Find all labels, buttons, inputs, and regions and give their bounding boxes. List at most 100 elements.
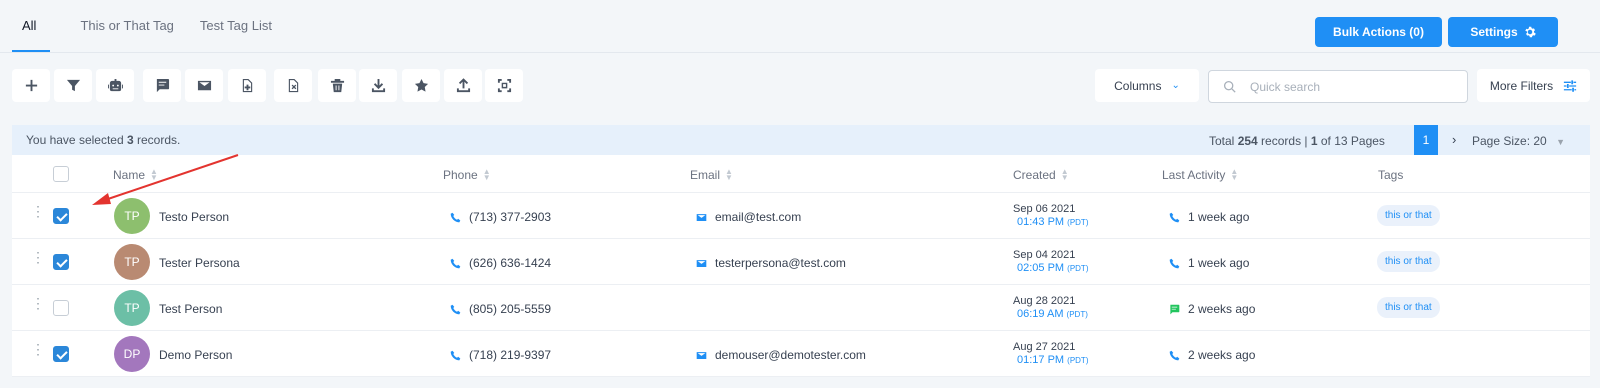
row-checkbox[interactable] xyxy=(53,300,69,316)
search-input[interactable] xyxy=(1250,79,1450,94)
bulk-actions-button[interactable]: Bulk Actions (0) xyxy=(1315,17,1442,47)
last-activity-cell: 1 week ago xyxy=(1169,210,1249,224)
plus-icon xyxy=(25,79,37,92)
trash-icon xyxy=(330,78,344,93)
remove-tag-button[interactable] xyxy=(274,69,312,102)
avatar: TP xyxy=(114,198,150,234)
table-row: ⋮ TP Tester Persona (626) 636-1424 teste… xyxy=(12,239,1590,285)
table-row: ⋮ DP Demo Person (718) 219-9397 demouser… xyxy=(12,331,1590,377)
header-phone[interactable]: Phone ▲ ▼ xyxy=(443,167,491,183)
phone-icon xyxy=(1169,212,1180,222)
tab-bar: All This or That Tag Test Tag List xyxy=(12,0,298,52)
email-cell[interactable]: testerpersona@test.com xyxy=(696,256,846,270)
phone-cell[interactable]: (805) 205-5559 xyxy=(450,302,551,316)
header-name[interactable]: Name ▲ ▼ xyxy=(113,168,158,183)
table-row: ⋮ TP Test Person (805) 205-5559 Aug 28 2… xyxy=(12,285,1590,331)
favorite-button[interactable] xyxy=(402,69,440,102)
email-button[interactable] xyxy=(185,69,223,102)
tag-badge[interactable]: this or that xyxy=(1377,297,1440,318)
avatar: TP xyxy=(114,290,150,326)
search-box xyxy=(1208,70,1468,103)
settings-button[interactable]: Settings xyxy=(1448,17,1558,47)
envelope-icon xyxy=(696,213,707,221)
export-button[interactable] xyxy=(444,69,482,102)
phone-icon xyxy=(450,350,461,360)
phone-icon xyxy=(1169,258,1180,268)
header-email[interactable]: Email ▲ ▼ xyxy=(690,167,733,183)
columns-dropdown[interactable]: Columns ⌄ xyxy=(1095,69,1199,102)
envelope-icon xyxy=(696,259,707,267)
tag-badge[interactable]: this or that xyxy=(1377,205,1440,226)
more-filters-button[interactable]: More Filters xyxy=(1477,69,1590,102)
row-checkbox[interactable] xyxy=(53,208,69,224)
merge-button[interactable] xyxy=(485,69,523,102)
sliders-icon xyxy=(1564,79,1577,92)
add-tag-button[interactable] xyxy=(228,69,266,102)
columns-label: Columns xyxy=(1114,78,1162,93)
tag-add-icon xyxy=(242,78,252,93)
created-cell: Aug 27 2021 01:17 PM (PDT) xyxy=(1013,341,1089,366)
contact-name[interactable]: Testo Person xyxy=(159,210,229,224)
tag-badge[interactable]: this or that xyxy=(1377,251,1440,272)
phone-icon xyxy=(450,258,461,268)
select-all-checkbox[interactable] xyxy=(53,166,69,182)
page-size-select[interactable]: Page Size: 20 ▼ xyxy=(1472,134,1565,148)
next-page-icon[interactable]: › xyxy=(1452,132,1456,147)
contact-name[interactable]: Test Person xyxy=(159,302,222,316)
row-checkbox[interactable] xyxy=(53,346,69,362)
last-activity-cell: 1 week ago xyxy=(1169,256,1249,270)
sms-icon xyxy=(1170,304,1180,314)
gear-icon xyxy=(1524,26,1536,38)
total-records-count: 254 xyxy=(1237,134,1258,148)
message-icon xyxy=(156,78,169,93)
phone-cell[interactable]: (713) 377-2903 xyxy=(450,210,551,224)
row-menu-icon[interactable]: ⋮ xyxy=(31,296,45,310)
row-checkbox[interactable] xyxy=(53,254,69,270)
header-tags: Tags xyxy=(1378,168,1404,182)
header-created[interactable]: Created ▲ ▼ xyxy=(1013,167,1069,183)
row-menu-icon[interactable]: ⋮ xyxy=(31,204,45,218)
table-row: ⋮ TP Testo Person (713) 377-2903 email@t… xyxy=(12,193,1590,239)
header-last-activity[interactable]: Last Activity ▲ ▼ xyxy=(1162,168,1238,183)
phone-icon xyxy=(450,304,461,314)
table-header: Name ▲ ▼ Phone ▲ ▼ Email ▲ ▼ Created ▲ ▼ Last Ac… xyxy=(12,155,1590,193)
current-page-number: 1 xyxy=(1310,134,1318,148)
add-button[interactable] xyxy=(12,69,50,102)
last-activity-cell: 2 weeks ago xyxy=(1169,348,1255,362)
tab-test-tag-list[interactable]: Test Tag List xyxy=(200,0,272,52)
caret-down-icon: ▼ xyxy=(1556,137,1565,147)
contact-name[interactable]: Demo Person xyxy=(159,348,232,362)
row-menu-icon[interactable]: ⋮ xyxy=(31,342,45,356)
email-cell[interactable]: demouser@demotester.com xyxy=(696,348,866,362)
created-cell: Aug 28 2021 06:19 AM (PDT) xyxy=(1013,295,1088,320)
import-button[interactable] xyxy=(359,69,397,102)
contacts-table: Name ▲ ▼ Phone ▲ ▼ Email ▲ ▼ Created ▲ ▼ Last Ac… xyxy=(12,155,1590,377)
envelope-icon xyxy=(696,351,707,359)
created-cell: Sep 04 2021 02:05 PM (PDT) xyxy=(1013,249,1089,274)
tab-all[interactable]: All xyxy=(12,0,51,52)
more-filters-label: More Filters xyxy=(1489,78,1554,93)
delete-button[interactable] xyxy=(318,69,356,102)
sort-icon: ▲ ▼ xyxy=(1060,167,1069,182)
phone-cell[interactable]: (626) 636-1424 xyxy=(450,256,551,270)
phone-cell[interactable]: (718) 219-9397 xyxy=(450,348,551,362)
robot-icon xyxy=(107,78,123,92)
filter-button[interactable] xyxy=(54,69,92,102)
sort-icon: ▲ ▼ xyxy=(482,167,491,182)
row-menu-icon[interactable]: ⋮ xyxy=(31,250,45,264)
tab-this-or-that-tag[interactable]: This or That Tag xyxy=(80,0,173,52)
total-records-text: Total 254 records | 1 of 13 Pages xyxy=(1209,134,1385,148)
filter-icon xyxy=(66,79,80,92)
workflow-button[interactable] xyxy=(96,69,134,102)
avatar: DP xyxy=(114,336,150,372)
email-cell[interactable]: email@test.com xyxy=(696,210,801,224)
sort-icon: ▲ ▼ xyxy=(725,167,733,182)
page-1-button[interactable]: 1 xyxy=(1414,125,1438,155)
upload-icon xyxy=(456,78,470,93)
merge-icon xyxy=(497,78,511,93)
selection-text: You have selected 3 records. xyxy=(26,133,181,147)
contact-name[interactable]: Tester Persona xyxy=(159,256,240,270)
created-cell: Sep 06 2021 01:43 PM (PDT) xyxy=(1013,203,1089,228)
tabs-divider xyxy=(0,52,1600,53)
sms-button[interactable] xyxy=(143,69,181,102)
